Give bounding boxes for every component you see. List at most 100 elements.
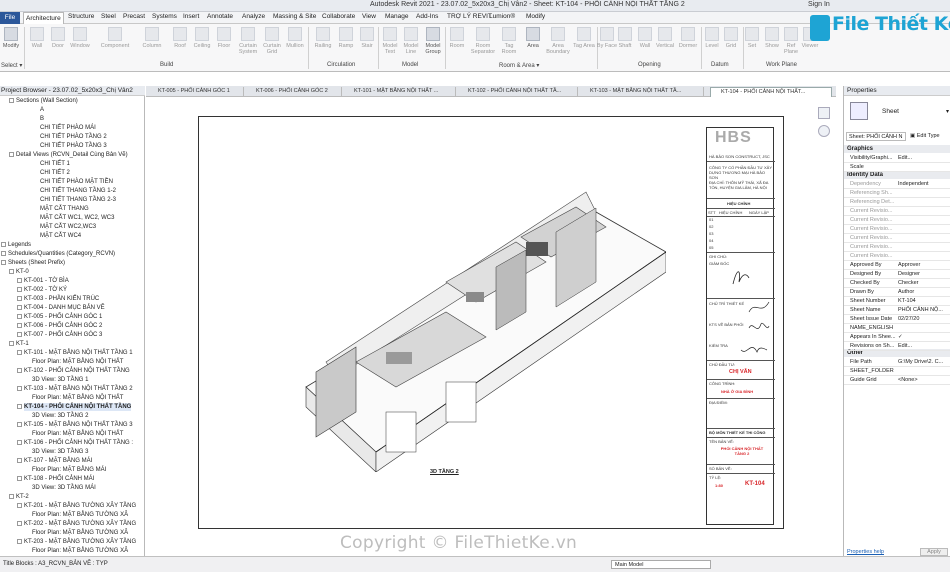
property-value[interactable]: Edit... <box>898 154 946 163</box>
browser-item[interactable]: Floor Plan: MẶT BẰNG MÁI <box>32 466 106 474</box>
ceiling-button[interactable]: Ceiling <box>191 27 213 49</box>
group-select[interactable]: Select ▾ <box>1 62 22 69</box>
property-value[interactable]: Designer <box>898 270 946 279</box>
curtain-grid-button[interactable]: Curtain Grid <box>261 27 283 55</box>
browser-item[interactable]: KT-2 <box>16 493 29 501</box>
group-room-area[interactable]: Room & Area ▾ <box>499 62 539 69</box>
expand-toggle-icon[interactable] <box>17 350 22 355</box>
browser-item[interactable]: KT-103 - MẶT BẰNG NỘI THẤT TẦNG 2 <box>24 385 133 393</box>
3d-view-drawing[interactable] <box>296 172 666 472</box>
area-button[interactable]: Area <box>522 27 544 49</box>
tab-kt-101[interactable]: KT-101 - MẶT BẰNG NỘI THẤT ... <box>344 87 456 97</box>
tab-kt-104[interactable]: KT-104 - PHỐI CẢNH NỘI THẤT... <box>710 87 832 97</box>
property-row[interactable]: Guide Grid <None> <box>844 376 950 385</box>
expand-toggle-icon[interactable] <box>9 269 14 274</box>
browser-item[interactable]: MẶT CẮT WC4 <box>40 232 81 240</box>
area-boundary-button[interactable]: Area Boundary <box>545 27 571 55</box>
instance-selector[interactable]: Sheet: PHỐI CẢNH N <box>846 132 906 141</box>
tab-precast[interactable]: Precast <box>123 13 145 20</box>
view-label[interactable]: 3D TẦNG 2 <box>430 469 459 475</box>
property-row[interactable]: Referencing Sh... <box>844 189 950 198</box>
tab-add-ins[interactable]: Add-Ins <box>416 13 438 20</box>
tab-kt-102[interactable]: KT-102 - PHỐI CẢNH NỘI THẤT TẦ... <box>458 87 578 97</box>
expand-toggle-icon[interactable] <box>17 539 22 544</box>
property-value[interactable]: <None> <box>898 376 946 385</box>
property-row[interactable]: File Path G:\My Drive\2. C... <box>844 358 950 367</box>
property-row[interactable]: Sheet Name PHỐI CẢNH NỘ... <box>844 306 950 315</box>
model-line-button[interactable]: Model Line <box>400 27 422 55</box>
expand-toggle-icon[interactable] <box>9 152 14 157</box>
browser-item[interactable]: KT-004 - DANH MỤC BẢN VẼ <box>24 304 105 312</box>
browser-item[interactable]: KT-001 - TỜ BÌA <box>24 277 69 285</box>
expand-toggle-icon[interactable] <box>17 323 22 328</box>
tab-kt-006[interactable]: KT-006 - PHỐI CẢNH GÓC 2 <box>246 87 342 97</box>
roof-button[interactable]: Roof <box>169 27 191 49</box>
room-separator-button[interactable]: Room Separator <box>470 27 496 55</box>
model-group-button[interactable]: Model Group <box>422 27 444 55</box>
tab-systems[interactable]: Systems <box>152 13 177 20</box>
file-tab[interactable]: File <box>0 12 20 24</box>
set-button[interactable]: Set <box>741 27 763 49</box>
browser-item[interactable]: KT-201 - MẶT BẰNG TƯỜNG XÂY TẦNG <box>24 502 136 510</box>
opening-wall-button[interactable]: Wall <box>634 27 656 49</box>
expand-toggle-icon[interactable] <box>17 287 22 292</box>
property-row[interactable]: Appears In Shee... ✓ <box>844 333 950 342</box>
property-row[interactable]: Revisions on Sh... Edit... <box>844 342 950 351</box>
expand-toggle-icon[interactable] <box>17 305 22 310</box>
browser-item[interactable]: Sections (Wall Section) <box>16 97 78 105</box>
tab-architecture[interactable]: Architecture <box>23 12 64 24</box>
room-button[interactable]: Room <box>446 27 468 49</box>
property-row[interactable]: Current Revisio... <box>844 243 950 252</box>
browser-item[interactable]: KT-003 - PHẦN KIẾN TRÚC <box>24 295 99 303</box>
expand-toggle-icon[interactable] <box>17 314 22 319</box>
curtain-system-button[interactable]: Curtain System <box>237 27 259 55</box>
expand-toggle-icon[interactable] <box>1 251 6 256</box>
browser-item[interactable]: 3D View: 3D TẦNG MÁI <box>32 484 96 492</box>
expand-toggle-icon[interactable] <box>17 404 22 409</box>
property-value[interactable]: KT-104 <box>898 297 946 306</box>
browser-item[interactable]: KT-101 - MẶT BẰNG NỘI THẤT TẦNG 1 <box>24 349 133 357</box>
property-value[interactable]: G:\My Drive\2. C... <box>898 358 946 367</box>
dormer-button[interactable]: Dormer <box>677 27 699 49</box>
sign-in-link[interactable]: Sign In <box>808 1 830 8</box>
property-value[interactable]: Edit... <box>898 342 946 351</box>
ramp-button[interactable]: Ramp <box>335 27 357 49</box>
browser-item[interactable]: KT-104 - PHỐI CẢNH NỘI THẤT TẦNG <box>24 403 132 411</box>
browser-item[interactable]: KT-106 - PHỐI CẢNH NỘI THẤT TẦNG : <box>24 439 133 447</box>
tab-manage[interactable]: Manage <box>385 13 409 20</box>
expand-toggle-icon[interactable] <box>9 98 14 103</box>
property-row[interactable]: Current Revisio... <box>844 207 950 216</box>
browser-item[interactable]: KT-102 - PHỐI CẢNH NỘI THẤT TẦNG <box>24 367 130 375</box>
tab-analyze[interactable]: Analyze <box>242 13 265 20</box>
property-row[interactable]: Sheet Number KT-104 <box>844 297 950 306</box>
property-value[interactable]: PHỐI CẢNH NỘ... <box>898 306 946 315</box>
browser-item[interactable]: MẶT CẮT WC2,WC3 <box>40 223 96 231</box>
expand-toggle-icon[interactable] <box>17 503 22 508</box>
wall-button[interactable]: Wall <box>26 27 48 49</box>
tab-insert[interactable]: Insert <box>183 13 199 20</box>
properties-help-link[interactable]: Properties help <box>847 549 884 555</box>
expand-toggle-icon[interactable] <box>17 476 22 481</box>
browser-item[interactable]: B <box>40 115 44 123</box>
expand-toggle-icon[interactable] <box>17 296 22 301</box>
tab-steel[interactable]: Steel <box>101 13 116 20</box>
model-selector[interactable]: Main Model <box>611 560 711 569</box>
expand-toggle-icon[interactable] <box>17 521 22 526</box>
browser-item[interactable]: CHI TIẾT 2 <box>40 169 70 177</box>
property-row[interactable]: Current Revisio... <box>844 216 950 225</box>
browser-item[interactable]: MẶT CẮT THANG <box>40 205 89 213</box>
property-row[interactable]: Current Revisio... <box>844 225 950 234</box>
browser-item[interactable]: KT-203 - MẶT BẰNG TƯỜNG XÂY TẦNG <box>24 538 136 546</box>
type-dropdown-icon[interactable]: ▾ <box>946 108 949 115</box>
property-row[interactable]: Drawn By Author <box>844 288 950 297</box>
browser-item[interactable]: CHI TIẾT PHÀO TẦNG 3 <box>40 142 107 150</box>
grid-button[interactable]: Grid <box>720 27 742 49</box>
browser-item[interactable]: MẶT CẮT WC1, WC2, WC3 <box>40 214 114 222</box>
expand-toggle-icon[interactable] <box>9 494 14 499</box>
browser-item[interactable]: Legends <box>8 241 31 249</box>
property-value[interactable]: 02/27/20 <box>898 315 946 324</box>
browser-item[interactable]: Detail Views (RCVN_Detail Cùng Bản Vẽ) <box>16 151 128 159</box>
expand-toggle-icon[interactable] <box>17 368 22 373</box>
apply-button[interactable]: Apply <box>920 548 948 556</box>
modify-button[interactable]: Modify <box>0 27 22 49</box>
